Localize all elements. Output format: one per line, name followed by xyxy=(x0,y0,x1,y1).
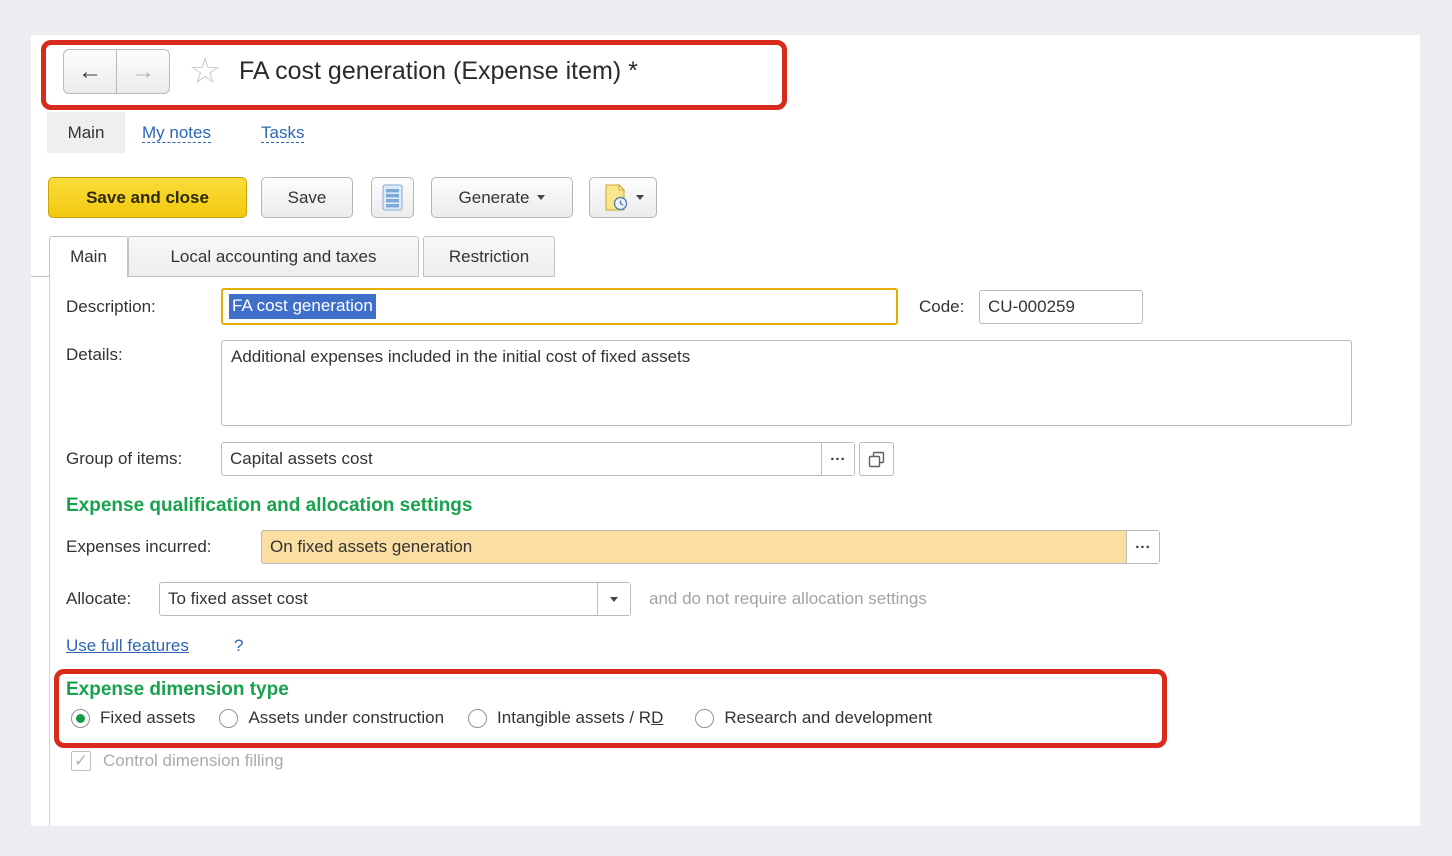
allocate-select[interactable]: To fixed asset cost xyxy=(159,582,631,616)
back-arrow-icon: ← xyxy=(78,58,102,85)
tab-local-accounting-and-taxes[interactable]: Local accounting and taxes xyxy=(128,236,419,277)
control-dimension-filling-label: Control dimension filling xyxy=(103,751,283,771)
use-full-features-link[interactable]: Use full features xyxy=(66,636,189,656)
subordination-structure-button[interactable] xyxy=(371,177,414,218)
generate-label: Generate xyxy=(459,188,530,208)
radio-assets-under-construction[interactable]: Assets under construction xyxy=(219,708,444,728)
radio-intangible-assets-rd-label: Intangible assets / RD xyxy=(497,708,663,728)
details-label: Details: xyxy=(66,345,123,365)
expenses-incurred-label: Expenses incurred: xyxy=(66,537,212,557)
section-heading-qualification: Expense qualification and allocation set… xyxy=(66,495,472,517)
expenses-incurred-input[interactable]: On fixed assets generation ... xyxy=(261,530,1160,564)
generate-button[interactable]: Generate xyxy=(431,177,573,218)
description-label: Description: xyxy=(66,297,156,317)
group-of-items-open-button[interactable] xyxy=(859,442,894,476)
back-button[interactable]: ← xyxy=(63,49,117,94)
radio-research-and-development-label: Research and development xyxy=(724,708,932,728)
details-textarea[interactable]: Additional expenses included in the init… xyxy=(221,340,1352,426)
description-input[interactable]: FA cost generation xyxy=(221,288,898,325)
save-and-close-button[interactable]: Save and close xyxy=(48,177,247,218)
dimension-type-radio-group: Fixed assets Assets under construction I… xyxy=(71,708,932,728)
code-value: CU-000259 xyxy=(980,297,1075,317)
forward-arrow-icon: → xyxy=(131,58,155,85)
code-input[interactable]: CU-000259 xyxy=(979,290,1143,324)
allocate-value: To fixed asset cost xyxy=(160,589,308,609)
radio-assets-under-construction-label: Assets under construction xyxy=(248,708,444,728)
radio-unselected-icon xyxy=(468,709,487,728)
save-and-close-label: Save and close xyxy=(86,188,209,208)
allocate-hint: and do not require allocation settings xyxy=(649,589,927,609)
expenses-incurred-value: On fixed assets generation xyxy=(262,537,472,557)
radio-fixed-assets[interactable]: Fixed assets xyxy=(71,708,195,728)
radio-unselected-icon xyxy=(219,709,238,728)
use-full-features-label: Use full features xyxy=(66,636,189,655)
group-of-items-label: Group of items: xyxy=(66,449,182,469)
radio-unselected-icon xyxy=(695,709,714,728)
caret-down-icon xyxy=(636,195,644,200)
expenses-incurred-choose-button[interactable]: ... xyxy=(1126,531,1159,563)
form-window: ← → ☆ FA cost generation (Expense item) … xyxy=(31,35,1420,826)
group-of-items-value: Capital assets cost xyxy=(222,449,373,469)
document-clock-icon xyxy=(603,184,628,211)
tab-restriction[interactable]: Restriction xyxy=(423,236,555,277)
radio-fixed-assets-label: Fixed assets xyxy=(100,708,195,728)
tab-main[interactable]: Main xyxy=(49,236,128,278)
radio-selected-icon xyxy=(71,709,90,728)
forward-button[interactable]: → xyxy=(116,49,170,94)
caret-down-icon xyxy=(610,597,618,602)
code-label: Code: xyxy=(919,297,964,317)
radio-research-and-development[interactable]: Research and development xyxy=(695,708,932,728)
group-of-items-input[interactable]: Capital assets cost ... xyxy=(221,442,855,476)
nav-link-tasks[interactable]: Tasks xyxy=(261,112,304,153)
nav-link-my-notes-label: My notes xyxy=(142,123,211,143)
nav-tab-main[interactable]: Main xyxy=(47,112,125,153)
favorite-star-icon[interactable]: ☆ xyxy=(189,51,221,91)
help-link[interactable]: ? xyxy=(234,636,243,656)
group-of-items-choose-button[interactable]: ... xyxy=(821,443,854,475)
nav-link-my-notes[interactable]: My notes xyxy=(142,112,211,153)
list-structure-icon xyxy=(382,184,403,211)
scheduled-document-button[interactable] xyxy=(589,177,657,218)
radio-intangible-assets-rd[interactable]: Intangible assets / RD xyxy=(468,708,663,728)
open-in-window-icon xyxy=(868,451,885,468)
allocate-label: Allocate: xyxy=(66,589,131,609)
caret-down-icon xyxy=(537,195,545,200)
nav-link-tasks-label: Tasks xyxy=(261,123,304,143)
control-dimension-filling-row: ✓ Control dimension filling xyxy=(71,751,283,771)
page-title: FA cost generation (Expense item) * xyxy=(239,57,638,86)
checkbox-checked-disabled-icon[interactable]: ✓ xyxy=(71,751,91,771)
save-label: Save xyxy=(288,188,327,208)
description-selected-text: FA cost generation xyxy=(229,294,376,319)
save-button[interactable]: Save xyxy=(261,177,353,218)
allocate-dropdown-button[interactable] xyxy=(597,583,630,615)
section-heading-dimension-type: Expense dimension type xyxy=(66,679,289,701)
